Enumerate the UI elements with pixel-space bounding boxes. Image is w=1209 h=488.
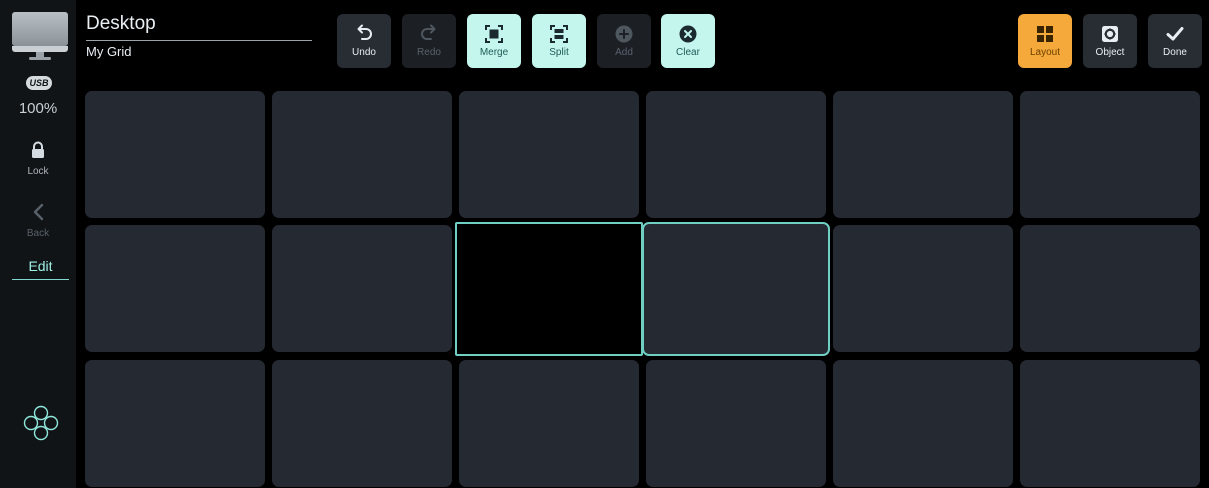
grid-cell[interactable] (85, 360, 265, 487)
grid-cell[interactable] (272, 91, 452, 218)
merge-label: Merge (479, 47, 509, 58)
lock-icon (32, 141, 44, 158)
done-label: Done (1163, 47, 1187, 58)
page-title: Desktop (86, 13, 156, 34)
grid-cell[interactable] (1020, 360, 1200, 487)
grid-cell[interactable] (459, 91, 639, 218)
usb-badge: USB (26, 76, 52, 90)
merge-icon (485, 25, 503, 43)
split-label: Split (549, 47, 569, 58)
grid-name[interactable]: My Grid (86, 44, 132, 59)
redo-icon (421, 24, 436, 40)
grid-cell[interactable] (833, 91, 1013, 218)
add-button[interactable]: Add (597, 14, 651, 68)
layout-grid (85, 91, 1201, 488)
split-icon (550, 25, 568, 43)
redo-button[interactable]: Redo (402, 14, 456, 68)
grid-cell[interactable] (85, 91, 265, 218)
grid-cell-selected[interactable] (642, 222, 830, 356)
split-button[interactable]: Split (532, 14, 586, 68)
undo-label: Undo (352, 47, 376, 58)
object-button[interactable]: Object (1083, 14, 1137, 68)
grid-cell[interactable] (833, 225, 1013, 352)
grid-cell[interactable] (1020, 91, 1200, 218)
add-label: Add (615, 47, 633, 58)
clear-label: Clear (676, 47, 700, 58)
lock-label: Lock (27, 166, 49, 177)
grid-cell[interactable] (272, 360, 452, 487)
clear-button[interactable]: Clear (661, 14, 715, 68)
done-button[interactable]: Done (1148, 14, 1202, 68)
grid-cell[interactable] (833, 360, 1013, 487)
title-divider (86, 40, 312, 41)
undo-button[interactable]: Undo (337, 14, 391, 68)
close-circle-icon (679, 25, 697, 43)
checkmark-icon (1166, 27, 1184, 41)
grid-icon (1037, 26, 1053, 42)
layout-button[interactable]: Layout (1018, 14, 1072, 68)
back-button[interactable]: Back (0, 203, 76, 239)
tab-edit[interactable]: Edit (12, 258, 69, 280)
grid-cell[interactable] (646, 360, 826, 487)
grid-cell[interactable] (1020, 225, 1200, 352)
grid-cell[interactable] (646, 91, 826, 218)
grid-cell[interactable] (459, 360, 639, 487)
sidebar: USB 100% Lock Back Edit (0, 0, 76, 488)
lock-button[interactable]: Lock (0, 141, 76, 177)
app-window: USB 100% Lock Back Edit Desktop My Grid (0, 0, 1209, 488)
monitor-icon[interactable] (12, 12, 68, 60)
grid-cell[interactable] (85, 225, 265, 352)
grid-cell[interactable] (272, 225, 452, 352)
plus-circle-icon (615, 25, 633, 43)
merge-button[interactable]: Merge (467, 14, 521, 68)
object-label: Object (1095, 47, 1125, 58)
undo-icon (357, 24, 372, 40)
redo-label: Redo (417, 47, 441, 58)
zoom-level: 100% (18, 100, 58, 117)
chevron-left-icon (33, 203, 44, 221)
header: Desktop My Grid Undo Redo Merge Split Ad… (76, 0, 1209, 84)
four-circles-icon[interactable] (22, 404, 60, 442)
back-label: Back (26, 228, 50, 239)
layout-label: Layout (1029, 47, 1061, 58)
grid-cell-selected[interactable] (455, 222, 643, 356)
gear-square-icon (1102, 26, 1118, 42)
